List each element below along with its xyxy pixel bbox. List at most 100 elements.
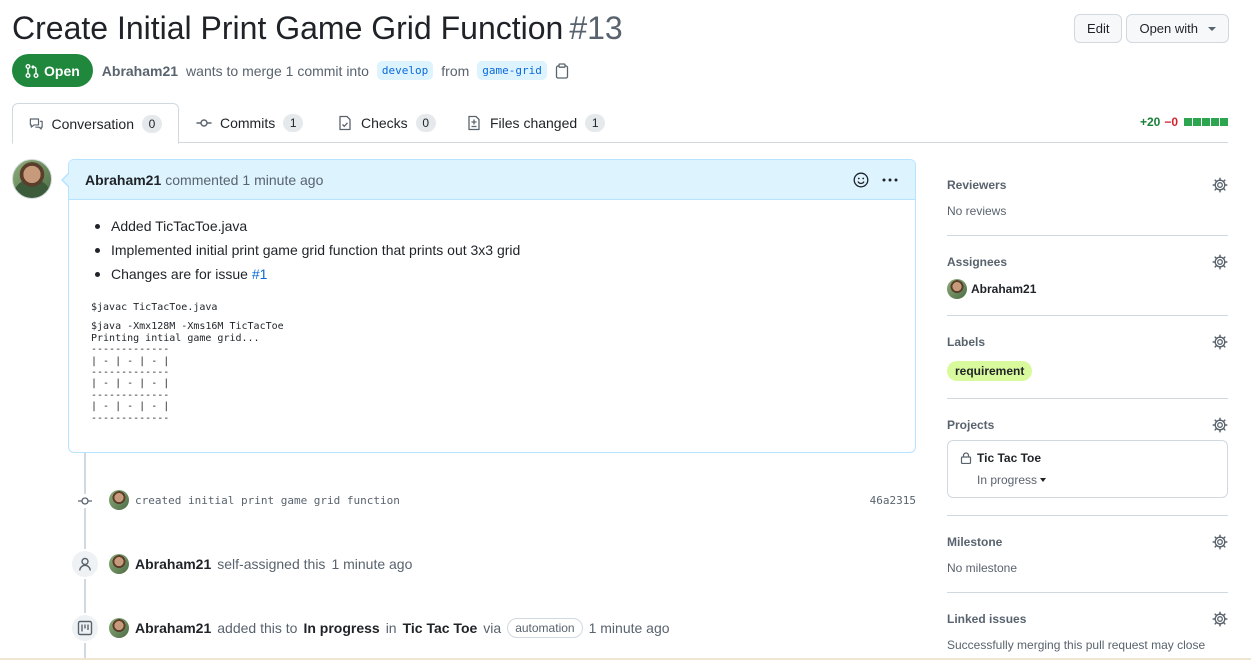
- comment-action: commented: [165, 171, 239, 188]
- reviewers-title[interactable]: Reviewers: [947, 178, 1228, 192]
- tab-commits[interactable]: Commits 1: [180, 103, 319, 143]
- state-label: Open: [44, 62, 80, 79]
- edit-button[interactable]: Edit: [1074, 14, 1123, 43]
- pr-author-link[interactable]: Abraham21: [102, 63, 178, 79]
- gear-icon[interactable]: [1212, 417, 1228, 433]
- project-added-text: added this to: [217, 620, 298, 636]
- linked-issues-value: Successfully merging this pull request m…: [947, 638, 1206, 652]
- comment-box: Abraham21 commented 1 minute ago Added T…: [61, 159, 916, 453]
- issue-link[interactable]: #1: [252, 266, 268, 282]
- pr-title-text: Create Initial Print Game Grid Function: [12, 10, 564, 46]
- labels-title[interactable]: Labels: [947, 335, 1228, 349]
- tab-conversation-count: 0: [142, 114, 162, 133]
- comment-time[interactable]: 1 minute ago: [242, 172, 323, 188]
- tab-conversation[interactable]: Conversation 0: [12, 103, 179, 144]
- sidebar-projects: Projects Tic Tac Toe In progress: [947, 399, 1228, 516]
- merge-text: wants to merge 1 commit into: [186, 62, 369, 79]
- diffstat: +20 −0: [1140, 115, 1228, 129]
- timeline-project: Abraham21 added this to In progress in T…: [109, 618, 670, 638]
- gear-icon[interactable]: [1212, 334, 1228, 350]
- head-branch[interactable]: game-grid: [477, 61, 547, 80]
- project-via-text: via: [483, 620, 502, 636]
- avatar[interactable]: [109, 618, 129, 638]
- lock-icon: [960, 452, 972, 464]
- diffstat-block: [1220, 118, 1228, 126]
- assign-time[interactable]: 1 minute ago: [331, 556, 412, 572]
- assign-author-link[interactable]: Abraham21: [135, 556, 211, 572]
- open-with-label: Open with: [1139, 21, 1198, 36]
- tab-files-changed-label: Files changed: [490, 115, 578, 131]
- assignees-title[interactable]: Assignees: [947, 255, 1228, 269]
- tab-commits-count: 1: [283, 114, 304, 132]
- tab-files-changed-count: 1: [585, 114, 606, 132]
- tab-conversation-label: Conversation: [51, 115, 135, 132]
- tab-files-changed[interactable]: Files changed 1: [450, 103, 621, 143]
- project-status-value: In progress: [977, 473, 1038, 487]
- project-in-text: in: [385, 620, 397, 636]
- project-name-link[interactable]: Tic Tac Toe: [403, 620, 478, 636]
- diffstat-block: [1202, 118, 1210, 126]
- copy-icon[interactable]: [555, 62, 571, 79]
- commit-dot-icon: [78, 494, 92, 508]
- project-column: In progress: [303, 620, 380, 636]
- smiley-icon[interactable]: [853, 172, 869, 188]
- project-icon: [70, 613, 100, 643]
- caret-down-icon: [1208, 26, 1216, 31]
- project-time[interactable]: 1 minute ago: [589, 620, 670, 636]
- project-row: Tic Tac Toe: [960, 451, 1215, 465]
- list-item: Implemented initial print game grid func…: [91, 238, 893, 262]
- label-pill[interactable]: requirement: [947, 361, 1033, 381]
- comment-author-link[interactable]: Abraham21: [85, 172, 161, 188]
- milestone-value: No milestone: [947, 561, 1018, 575]
- project-card-name[interactable]: Tic Tac Toe: [977, 451, 1041, 465]
- diffstat-deletions: −0: [1164, 115, 1178, 129]
- from-text: from: [441, 62, 470, 79]
- milestone-title[interactable]: Milestone: [947, 535, 1228, 549]
- git-pull-request-icon: [25, 63, 39, 78]
- list-item: Added TicTacToe.java: [91, 214, 893, 238]
- projects-title[interactable]: Projects: [947, 418, 1228, 432]
- avatar: [947, 279, 967, 299]
- gear-icon[interactable]: [1212, 611, 1228, 627]
- avatar[interactable]: [109, 490, 129, 510]
- code-block-output: $java -Xmx128M -Xms16M TicTacToe Printin…: [91, 321, 284, 424]
- comment-bullet-list: Added TicTacToe.java Implemented initial…: [91, 214, 893, 286]
- timeline-assigned: Abraham21 self-assigned this 1 minute ag…: [109, 554, 412, 574]
- pr-number: #13: [569, 10, 623, 46]
- project-author-link[interactable]: Abraham21: [135, 620, 211, 636]
- assignee-row[interactable]: Abraham21: [947, 279, 1228, 299]
- linked-issues-title[interactable]: Linked issues: [947, 612, 1228, 626]
- sidebar: Reviewers No reviews Assignees Abraham21…: [947, 159, 1228, 660]
- avatar[interactable]: [109, 554, 129, 574]
- pr-header: Create Initial Print Game Grid Function #…: [12, 8, 1229, 52]
- triangle-down-icon: [1040, 478, 1047, 482]
- sidebar-linked-issues: Linked issues Successfully merging this …: [947, 593, 1228, 660]
- tab-checks[interactable]: Checks 0: [321, 103, 452, 143]
- diffstat-additions: +20: [1139, 115, 1161, 129]
- issue-prefix: Changes are for issue: [111, 266, 248, 282]
- gear-icon[interactable]: [1212, 177, 1228, 193]
- file-diff-icon: [468, 115, 480, 131]
- commit-sha-link[interactable]: 46a2315: [870, 494, 916, 507]
- diffstat-blocks: [1184, 118, 1228, 126]
- avatar[interactable]: [12, 159, 52, 199]
- pr-title: Create Initial Print Game Grid Function #…: [12, 8, 1229, 48]
- kebab-horizontal-icon[interactable]: [881, 172, 899, 188]
- commit-message-link[interactable]: created initial print game grid function: [135, 494, 400, 507]
- state-badge: Open: [12, 54, 93, 87]
- gear-icon[interactable]: [1212, 534, 1228, 550]
- list-item: Changes are for issue #1: [91, 262, 893, 286]
- sidebar-assignees: Assignees Abraham21: [947, 236, 1228, 316]
- automation-badge: automation: [507, 618, 583, 638]
- tab-checks-label: Checks: [361, 115, 408, 131]
- project-card: Tic Tac Toe In progress: [947, 440, 1228, 498]
- assignee-name[interactable]: Abraham21: [971, 282, 1036, 296]
- header-actions: Edit Open with: [1074, 14, 1229, 43]
- gear-icon[interactable]: [1212, 254, 1228, 270]
- reviewers-value: No reviews: [947, 204, 1007, 218]
- base-branch[interactable]: develop: [376, 61, 434, 80]
- project-status-dropdown[interactable]: In progress: [977, 473, 1215, 487]
- open-with-button[interactable]: Open with: [1126, 14, 1229, 43]
- comment-actions: [853, 172, 899, 188]
- timeline-commit: created initial print game grid function: [109, 490, 400, 510]
